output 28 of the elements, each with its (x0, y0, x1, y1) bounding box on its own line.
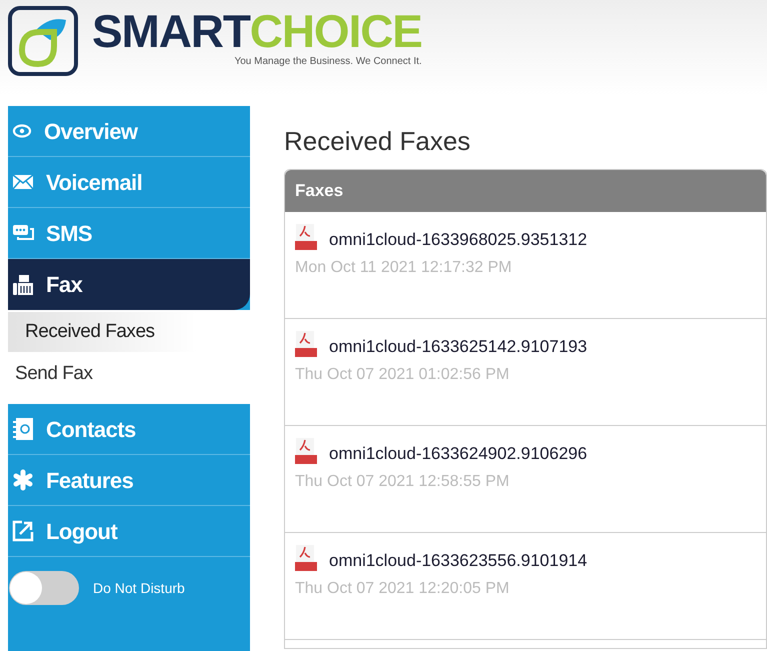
pdf-file-icon (295, 224, 319, 250)
fax-machine-icon (12, 274, 34, 296)
page-title: Received Faxes (284, 125, 472, 158)
eye-icon (12, 124, 32, 138)
asterisk-icon (12, 469, 34, 491)
fax-date: Thu Oct 07 2021 12:58:55 PM (295, 472, 510, 492)
nav-item[interactable]: Fax (8, 259, 250, 310)
address-book-icon (12, 417, 34, 441)
fax-date: Thu Oct 07 2021 01:02:56 PM (295, 365, 510, 385)
pdf-file-icon (295, 438, 319, 464)
fax-file-link[interactable]: omni1cloud-1633625142.9107193 (329, 337, 588, 357)
toggle-switch[interactable] (9, 571, 79, 605)
fax-date: Thu Oct 07 2021 12:20:05 PM (295, 579, 510, 599)
brand-tagline: You Manage the Business. We Connect It. (234, 55, 422, 69)
external-link-icon (12, 520, 34, 542)
fax-date: Mon Oct 11 2021 12:17:32 PM (295, 258, 513, 278)
toggle-label: Do Not Disturb (93, 578, 185, 598)
fax-file-link[interactable]: omni1cloud-1633623556.9101914 (329, 551, 588, 571)
pdf-file-icon (295, 545, 319, 571)
brand-wordmark: SMARTCHOICE (92, 6, 422, 56)
panel-header: Faxes (285, 170, 766, 212)
fax-file-link[interactable]: omni1cloud-1633624902.9106296 (329, 444, 588, 464)
fax-file-link[interactable]: omni1cloud-1633968025.9351312 (329, 230, 588, 250)
envelope-icon (12, 174, 34, 190)
pdf-file-icon (295, 331, 319, 357)
logo-icon (8, 6, 78, 76)
chat-icon (12, 224, 34, 242)
submenu-item[interactable]: Send Fax (8, 354, 250, 394)
